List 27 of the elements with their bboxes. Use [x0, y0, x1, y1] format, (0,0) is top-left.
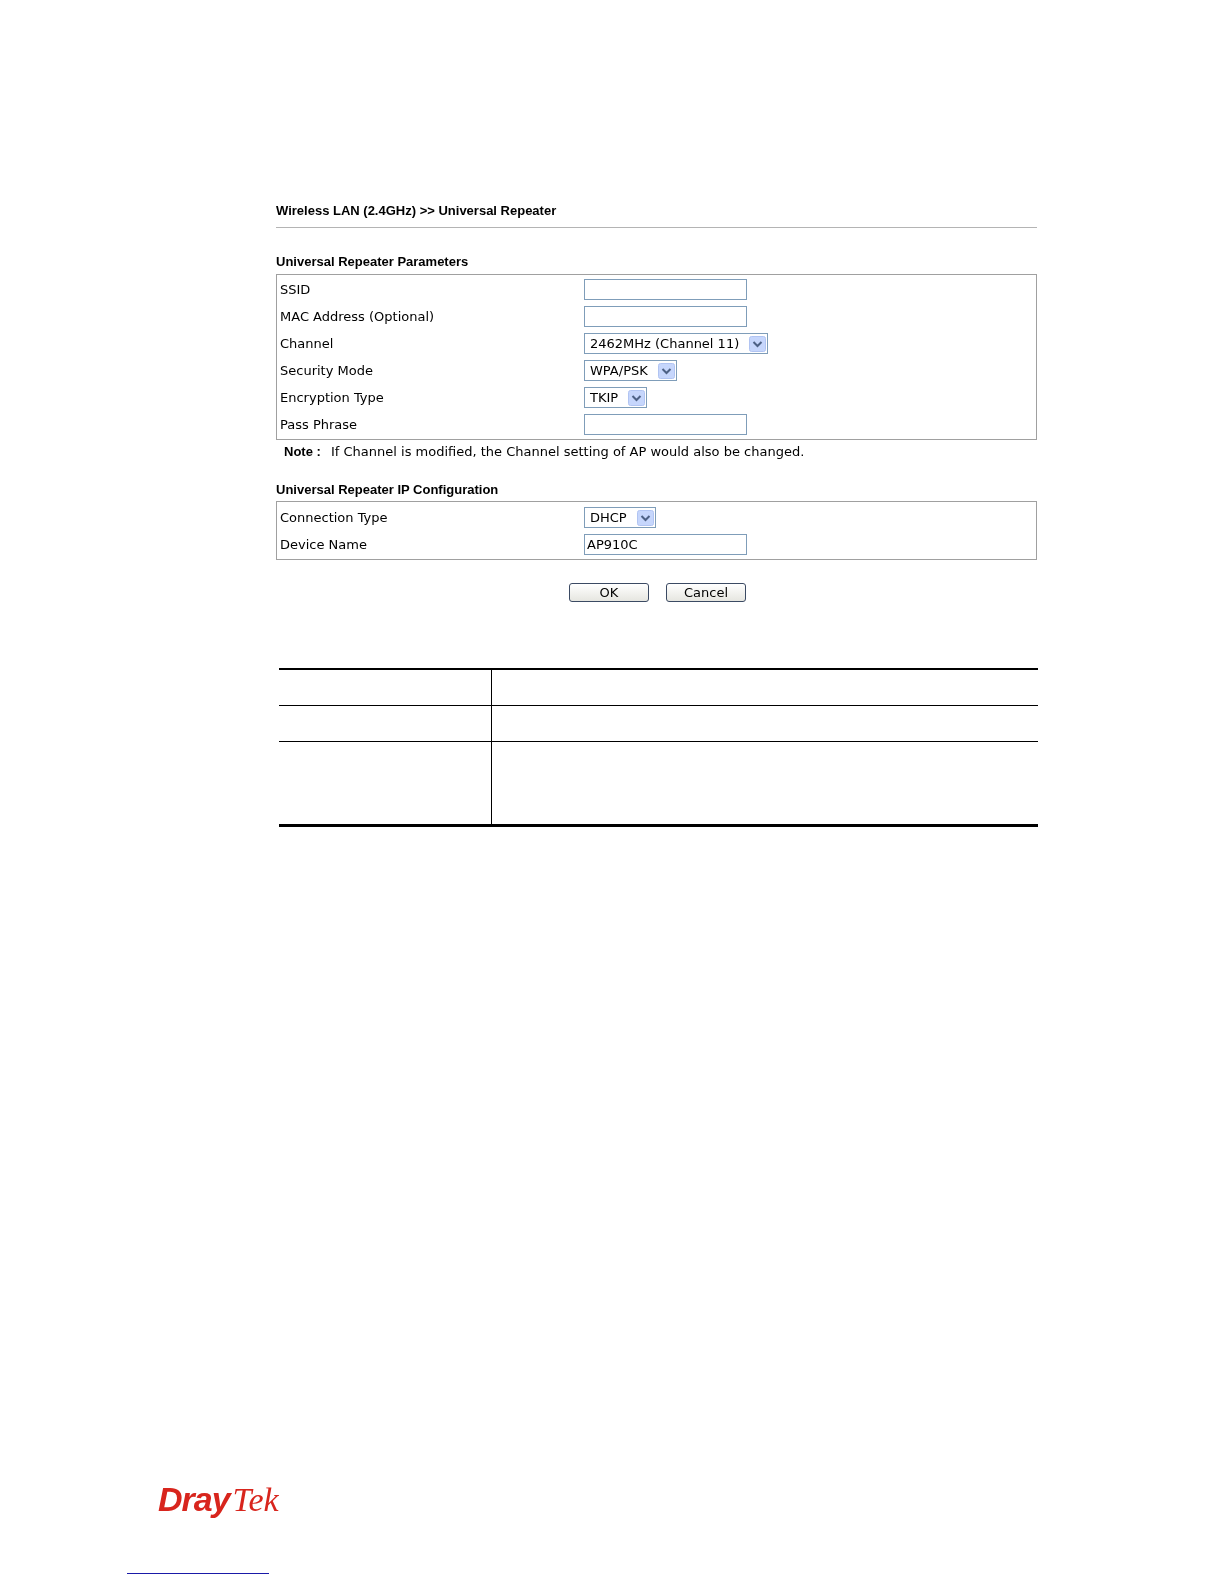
field-label: Device Name	[280, 536, 367, 553]
field-label: Security Mode	[280, 362, 373, 379]
section-title: Universal Repeater IP Configuration	[276, 482, 499, 498]
field-label: Encryption Type	[280, 389, 384, 406]
chevron-down-icon	[657, 362, 675, 379]
page-title: Wireless LAN (2.4GHz) >> Universal Repeater	[276, 203, 557, 219]
ok-button[interactable]: OK	[569, 583, 649, 602]
dropdown[interactable]: 2462MHz (Channel 11)	[584, 333, 769, 354]
field-label: MAC Address (Optional)	[280, 308, 435, 325]
cancel-button[interactable]: Cancel	[666, 583, 746, 602]
dropdown[interactable]: WPA/PSK	[584, 360, 677, 381]
field-label: Channel	[280, 335, 334, 352]
logo: DrayTek	[158, 1482, 279, 1517]
dropdown[interactable]: DHCP	[584, 507, 656, 528]
field-label: SSID	[280, 281, 311, 298]
text-field[interactable]	[584, 306, 747, 327]
dropdown[interactable]: TKIP	[584, 387, 648, 408]
section-title: Universal Repeater Parameters	[276, 254, 469, 270]
field-label: Pass Phrase	[280, 416, 358, 433]
text-field[interactable]	[584, 279, 747, 300]
text-field[interactable]: AP910C	[584, 534, 747, 555]
chevron-down-icon	[636, 509, 654, 526]
chevron-down-icon	[628, 389, 646, 406]
chevron-down-icon	[749, 335, 767, 352]
note-text: Note : If Channel is modified, the Channel setting of AP would also be changed.	[284, 444, 805, 460]
field-label: Connection Type	[280, 509, 388, 526]
text-field[interactable]	[584, 414, 747, 435]
